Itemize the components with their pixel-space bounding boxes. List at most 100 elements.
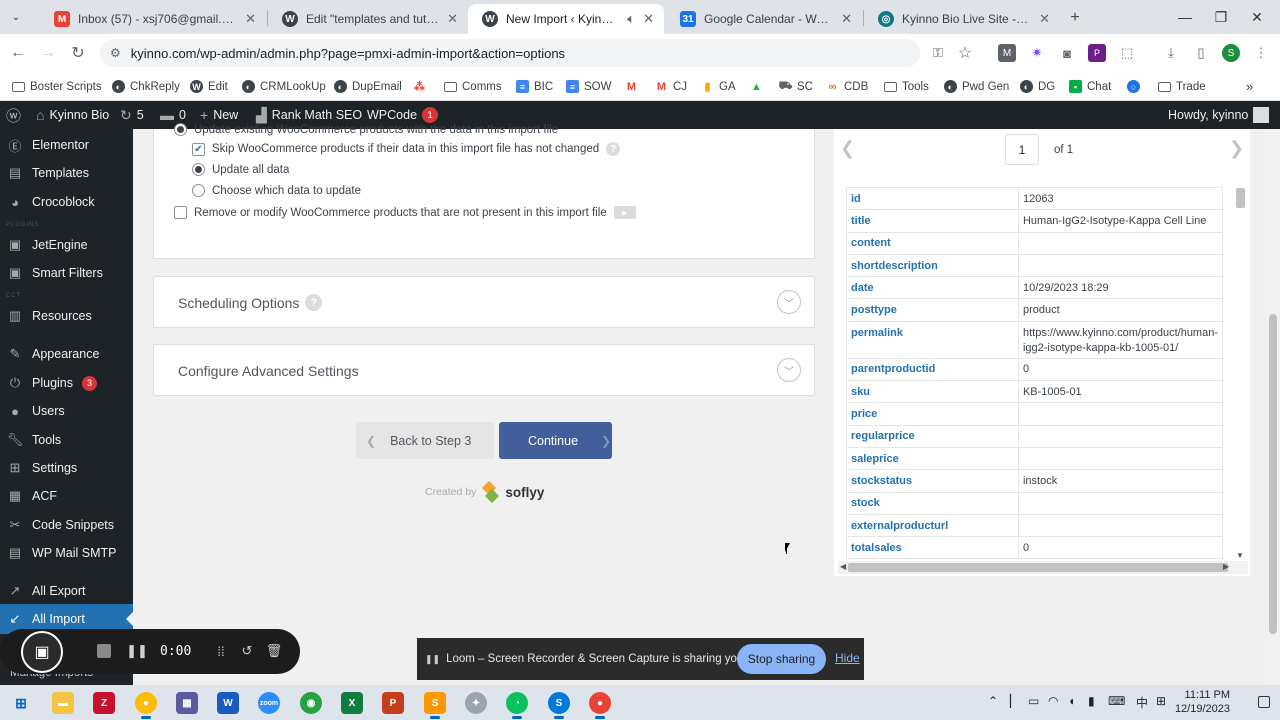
bookmark-edit[interactable]: W Edit xyxy=(190,78,228,95)
download-icon[interactable]: ⤓ xyxy=(1162,44,1180,62)
choose-data-option[interactable]: Choose which data to update xyxy=(192,184,361,197)
bookmark-sc[interactable]: ⛟ SC xyxy=(779,78,813,95)
scroll-thumb[interactable] xyxy=(848,563,1228,572)
update-all-option[interactable]: Update all data xyxy=(192,163,289,176)
zoom-icon[interactable]: zoom xyxy=(258,692,280,714)
powerpoint-icon[interactable]: P xyxy=(382,692,404,714)
word-icon[interactable]: W xyxy=(217,692,239,714)
preview-vertical-scrollbar[interactable]: ▼ xyxy=(1234,186,1247,560)
ime-icon[interactable]: ⊞ xyxy=(1156,694,1166,708)
battery-icon[interactable]: ▭ xyxy=(1028,694,1039,708)
tab-gmail[interactable]: M Inbox (57) - xsj706@gmail.com ✕ xyxy=(40,4,266,34)
reload-icon[interactable]: ↻ xyxy=(68,43,88,63)
excel-icon[interactable]: X xyxy=(341,692,363,714)
preview-horizontal-scrollbar[interactable]: ◀ ▶ xyxy=(838,561,1248,574)
sidebar-item-wp-mail-smtp[interactable]: ▤ WP Mail SMTP xyxy=(0,538,133,568)
chevron-down-icon[interactable]: ﹀ xyxy=(777,358,801,382)
restart-icon[interactable]: ↺ xyxy=(237,641,257,661)
grid-icon[interactable]: ⁞⁞ xyxy=(211,641,231,661)
menu-icon[interactable]: ⋮ xyxy=(1252,44,1270,62)
page-scrollbar[interactable] xyxy=(1266,129,1280,685)
bookmark-gmail[interactable]: M xyxy=(625,78,638,95)
sidebar-item-tools[interactable]: 🔧︎ Tools xyxy=(0,425,133,455)
wordpress-logo-icon[interactable]: ⓦ xyxy=(6,101,21,129)
skip-unchanged-checkbox[interactable]: ✔ xyxy=(192,142,205,156)
chevron-down-icon[interactable]: ﹀ xyxy=(777,290,801,314)
skype-icon[interactable]: S xyxy=(548,692,570,719)
soflyy-link[interactable]: soflyy xyxy=(505,485,544,500)
page-number-input[interactable]: 1 xyxy=(1005,134,1039,165)
chevron-left-icon[interactable]: ❮ xyxy=(840,138,855,159)
close-window-button[interactable]: ✕ xyxy=(1234,0,1280,34)
tab-edit-templates[interactable]: W Edit "templates and tutorials" ✕ xyxy=(268,4,468,34)
bookmark-star-icon[interactable]: ☆ xyxy=(956,44,974,62)
close-icon[interactable]: ✕ xyxy=(643,11,654,27)
address-bar[interactable]: ⚙ kyinno.com/wp-admin/admin.php?page=pmx… xyxy=(100,39,920,67)
extension-pa-icon[interactable]: P xyxy=(1088,44,1106,62)
taskbar-clock[interactable]: 11:11 PM 12/19/2023 xyxy=(1172,688,1230,716)
side-panel-icon[interactable]: ▯ xyxy=(1192,44,1210,62)
sidebar-item-code-snippets[interactable]: ✂ Code Snippets xyxy=(0,510,133,540)
input-method-icon[interactable]: 中 xyxy=(1136,694,1148,711)
bookmark-ga[interactable]: ▮ GA xyxy=(701,78,736,95)
back-icon[interactable]: ← xyxy=(8,43,28,63)
sidebar-item-appearance[interactable]: ✎ Appearance xyxy=(0,339,133,369)
close-icon[interactable]: ✕ xyxy=(245,11,256,27)
tab-google-calendar[interactable]: 31 Google Calendar - Week of De ✕ xyxy=(666,4,862,34)
keyboard-icon[interactable]: ⌨ xyxy=(1108,694,1125,708)
advanced-settings-section[interactable]: Configure Advanced Settings ﹀ xyxy=(153,344,815,396)
extension-gmail-icon[interactable]: M xyxy=(998,44,1016,62)
bookmark-sow[interactable]: ≡ SOW xyxy=(566,78,611,95)
close-icon[interactable]: ✕ xyxy=(447,11,458,27)
volume-icon[interactable]: ◖ xyxy=(1068,694,1075,708)
bookmark-boster-scripts[interactable]: Boster Scripts xyxy=(12,78,102,95)
sidebar-item-acf[interactable]: ▦ ACF xyxy=(0,481,133,511)
new-tab-button[interactable]: + xyxy=(1064,7,1086,29)
bookmark-circle[interactable]: ○ xyxy=(1127,78,1140,95)
sidebar-item-smart-filters[interactable]: ▣ Smart Filters xyxy=(0,258,133,288)
chat-app-icon[interactable]: ◉ xyxy=(300,692,322,714)
bookmark-cj[interactable]: M CJ xyxy=(655,78,687,95)
chevron-right-icon[interactable]: ❯ xyxy=(1229,138,1244,159)
wechat-icon[interactable]: ◔ xyxy=(506,692,528,719)
extensions-icon[interactable]: ⬚ xyxy=(1118,44,1136,62)
more-bookmarks-icon[interactable]: » xyxy=(1246,78,1253,95)
app-icon[interactable]: ▦ xyxy=(176,692,198,714)
speaker-icon[interactable]: 🔈︎ xyxy=(627,11,635,27)
sidebar-item-plugins[interactable]: ⏻ Plugins 3 xyxy=(0,368,133,398)
chrome-icon[interactable]: ● xyxy=(135,692,157,719)
continue-button[interactable]: Continue ❯ xyxy=(499,422,612,459)
remove-missing-checkbox[interactable] xyxy=(174,206,187,219)
bookmark-tools[interactable]: Tools xyxy=(884,78,929,95)
bookmark-chkreply[interactable]: ◐ ChkReply xyxy=(112,78,180,95)
video-icon[interactable]: ▶ xyxy=(613,206,636,219)
hide-link[interactable]: Hide xyxy=(835,651,860,665)
back-to-step-3-button[interactable]: ❮ Back to Step 3 xyxy=(356,422,494,459)
file-explorer-icon[interactable]: ▬ xyxy=(52,692,74,714)
extension-star-icon[interactable]: ✷ xyxy=(1028,44,1046,62)
help-icon[interactable]: ? xyxy=(305,294,323,311)
trash-icon[interactable]: 🗑︎ xyxy=(264,641,284,661)
bookmark-comms[interactable]: Comms xyxy=(444,78,502,95)
stop-recording-icon[interactable] xyxy=(94,641,114,661)
bookmark-drive[interactable]: ▲ xyxy=(750,78,763,95)
bookmark-pwd-gen[interactable]: ◐ Pwd Gen xyxy=(944,78,1009,95)
app-icon[interactable]: ✦ xyxy=(465,692,487,714)
howdy-account-link[interactable]: Howdy, kyinno xyxy=(1168,101,1270,129)
update-existing-option[interactable]: Update existing WooCommerce products wit… xyxy=(174,123,558,136)
bookmark-crmlookup[interactable]: ◐ CRMLookUp xyxy=(242,78,326,95)
update-all-radio[interactable] xyxy=(192,163,205,176)
sublime-icon[interactable]: S xyxy=(424,692,446,719)
windows-start-icon[interactable]: ⊞ xyxy=(10,692,32,714)
tab-search-icon[interactable]: ⌄ xyxy=(8,8,24,26)
remove-missing-option[interactable]: Remove or modify WooCommerce products th… xyxy=(174,206,636,219)
filezilla-icon[interactable]: Z xyxy=(93,692,115,714)
bookmark-cdb[interactable]: ∞ CDB xyxy=(826,78,868,95)
tab-flywheel[interactable]: ◎ Kyinno Bio Live Site - Flywheel ✕ xyxy=(864,4,1060,34)
chrome-icon[interactable]: ● xyxy=(589,692,611,719)
bookmark-bic[interactable]: ≡ BIC xyxy=(516,78,553,95)
sidebar-item-users[interactable]: ● Users xyxy=(0,396,133,426)
sidebar-item-settings[interactable]: ⊞ Settings xyxy=(0,453,133,483)
sidebar-item-elementor[interactable]: Ⓔ Elementor xyxy=(0,130,133,160)
wifi-icon[interactable]: ◠ xyxy=(1048,694,1058,708)
